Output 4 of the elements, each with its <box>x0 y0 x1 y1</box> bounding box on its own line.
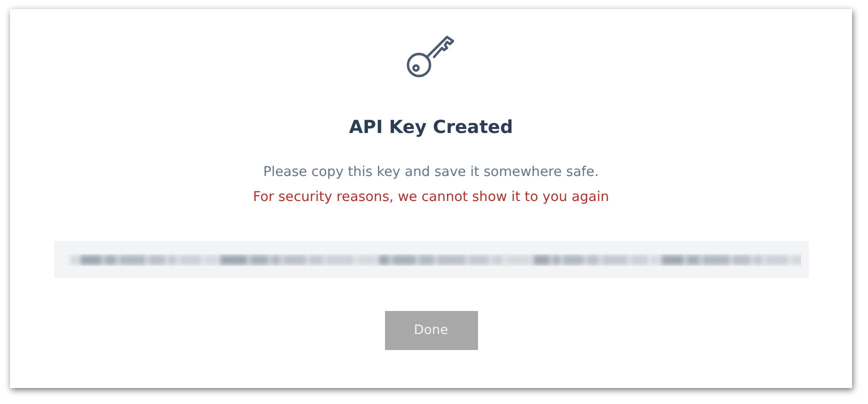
key-field[interactable] <box>54 241 808 278</box>
dialog-title: API Key Created <box>348 117 514 138</box>
instruction-text: Please copy this key and save it somewhere safe. <box>263 164 599 180</box>
warning-text: For security reasons, we cannot show it to you again <box>252 189 610 205</box>
